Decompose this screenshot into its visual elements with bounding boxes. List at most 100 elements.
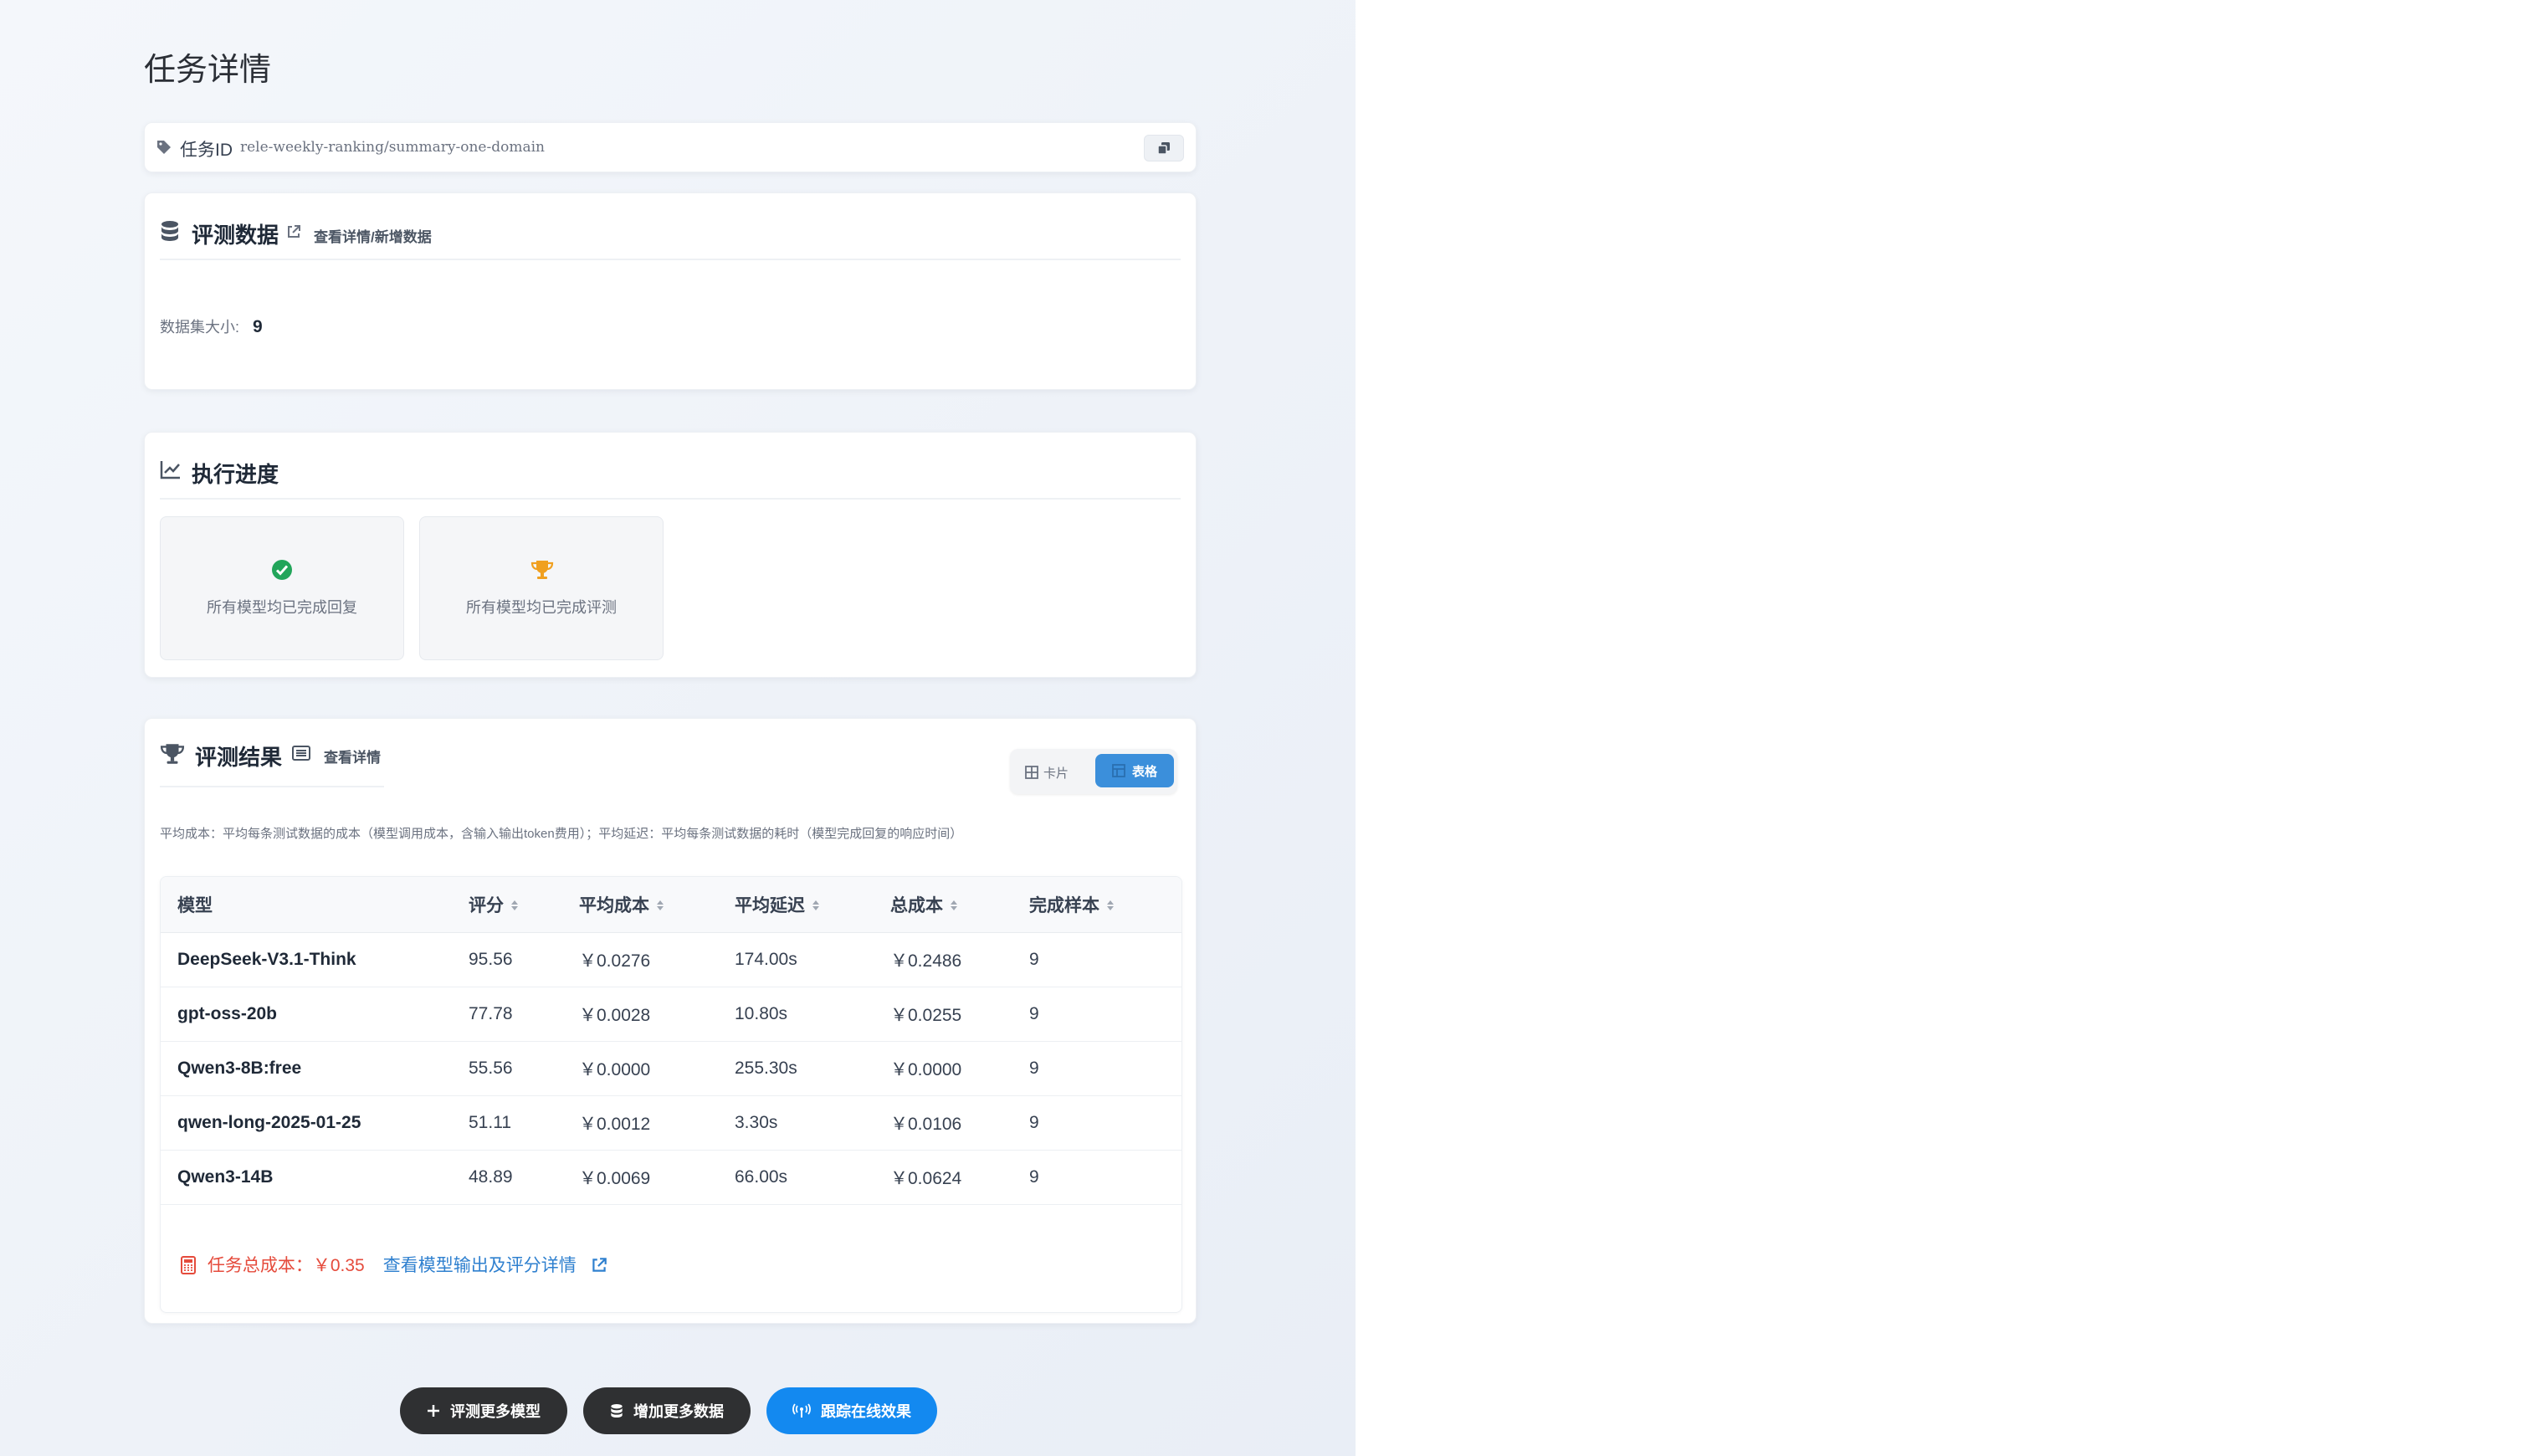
- sort-icon[interactable]: [812, 896, 820, 916]
- status-text: 所有模型均已完成评测: [466, 599, 617, 616]
- column-label: 模型: [177, 896, 213, 915]
- cell-total-cost: ￥0.0255: [890, 987, 1029, 1042]
- dataset-size-value: 9: [253, 317, 263, 336]
- dataset-title: 评测数据: [192, 223, 279, 248]
- model-output-detail-link[interactable]: 查看模型输出及评分详情: [383, 1256, 577, 1275]
- track-online-effect-button[interactable]: 跟踪在线效果: [766, 1387, 937, 1434]
- column-header-avg-latency[interactable]: 平均延迟: [735, 877, 890, 933]
- dataset-size-label: 数据集大小:: [160, 319, 240, 336]
- cell-completed: 9: [1029, 1150, 1181, 1205]
- view-toggle: 卡片 表格: [1010, 749, 1177, 794]
- table-icon: [1112, 764, 1125, 777]
- sort-icon[interactable]: [950, 896, 958, 916]
- cell-total-cost: ￥0.0000: [890, 1041, 1029, 1096]
- cell-avg-cost: ￥0.0028: [579, 987, 735, 1042]
- database-icon: [611, 1404, 623, 1418]
- status-evaluation-done: 所有模型均已完成评测: [419, 516, 664, 660]
- column-header-model[interactable]: 模型: [161, 877, 469, 933]
- trophy-icon: [160, 742, 185, 770]
- progress-card: 执行进度 所有模型均已完成回复 所有模型均已完成评测: [144, 432, 1197, 678]
- cell-completed: 9: [1029, 932, 1181, 987]
- cell-avg-latency: 10.80s: [735, 987, 890, 1042]
- cell-score: 95.56: [469, 932, 579, 987]
- add-more-data-button[interactable]: 增加更多数据: [583, 1387, 751, 1434]
- cell-avg-latency: 66.00s: [735, 1150, 890, 1205]
- cell-avg-cost: ￥0.0276: [579, 932, 735, 987]
- dataset-card: 评测数据 查看详情/新增数据 数据集大小: 9: [144, 192, 1197, 390]
- cell-model: Qwen3-14B: [161, 1150, 469, 1205]
- dataset-detail-link[interactable]: 查看详情/新增数据: [314, 225, 432, 246]
- cell-avg-latency: 174.00s: [735, 932, 890, 987]
- cell-model: qwen-long-2025-01-25: [161, 1095, 469, 1151]
- external-link-icon[interactable]: [285, 223, 302, 244]
- column-label: 完成样本: [1029, 896, 1099, 915]
- column-header-total-cost[interactable]: 总成本: [890, 877, 1029, 933]
- cell-score: 48.89: [469, 1150, 579, 1205]
- metrics-note: 平均成本：平均每条测试数据的成本（模型调用成本，含输入输出token费用）；平均…: [160, 827, 963, 841]
- results-title: 评测结果: [195, 745, 283, 770]
- database-icon: [160, 220, 180, 246]
- column-label: 平均成本: [579, 896, 649, 915]
- trophy-icon: [530, 559, 554, 585]
- column-label: 总成本: [890, 896, 943, 915]
- cell-avg-cost: ￥0.0069: [579, 1150, 735, 1205]
- results-card: 评测结果 查看详情 卡片 表格 平均成本：平均每条测试数据的成本（模型调用成本，…: [144, 718, 1197, 1324]
- plus-icon: [428, 1405, 439, 1417]
- cell-model: Qwen3-8B:free: [161, 1041, 469, 1096]
- cell-model: DeepSeek-V3.1-Think: [161, 932, 469, 987]
- cell-score: 55.56: [469, 1041, 579, 1096]
- task-id-bar: 任务ID rele-weekly-ranking/summary-one-dom…: [144, 122, 1197, 172]
- list-icon: [292, 746, 310, 765]
- progress-title: 执行进度: [192, 462, 279, 487]
- line-chart-icon: [160, 459, 182, 484]
- task-id-label: 任务ID: [180, 141, 233, 160]
- sort-icon[interactable]: [510, 896, 519, 916]
- cell-completed: 9: [1029, 987, 1181, 1042]
- evaluate-more-label: 评测更多模型: [450, 1403, 541, 1420]
- cell-avg-cost: ￥0.0012: [579, 1095, 735, 1151]
- cell-completed: 9: [1029, 1041, 1181, 1096]
- table-row[interactable]: Qwen3-14B 48.89 ￥0.0069 66.00s ￥0.0624 9: [161, 1150, 1181, 1205]
- cell-score: 51.11: [469, 1095, 579, 1151]
- copy-icon: [1157, 142, 1170, 155]
- calculator-icon: [181, 1256, 208, 1275]
- cell-avg-cost: ￥0.0000: [579, 1041, 735, 1096]
- toggle-card-view[interactable]: 卡片: [1025, 764, 1069, 782]
- task-total-cost: 任务总成本：￥0.35: [207, 1256, 365, 1275]
- toggle-table-view[interactable]: 表格: [1095, 754, 1174, 787]
- column-label: 平均延迟: [735, 896, 805, 915]
- cell-total-cost: ￥0.0106: [890, 1095, 1029, 1151]
- status-text: 所有模型均已完成回复: [207, 599, 357, 616]
- sort-icon[interactable]: [1106, 896, 1115, 916]
- cell-avg-latency: 3.30s: [735, 1095, 890, 1151]
- grid-icon: [1025, 766, 1038, 779]
- results-detail-link[interactable]: 查看详情: [324, 746, 381, 766]
- cell-completed: 9: [1029, 1095, 1181, 1151]
- cell-total-cost: ￥0.2486: [890, 932, 1029, 987]
- track-online-label: 跟踪在线效果: [821, 1403, 911, 1420]
- dataset-header: 评测数据 查看详情/新增数据: [160, 212, 1181, 260]
- table-row[interactable]: Qwen3-8B:free 55.56 ￥0.0000 255.30s ￥0.0…: [161, 1041, 1181, 1096]
- column-header-score[interactable]: 评分: [469, 877, 579, 933]
- tag-icon: [156, 140, 172, 159]
- results-table: 模型 评分 平均成本 平均延迟 总成本 完成样本 DeepSeek-V3.1-T…: [160, 876, 1182, 1313]
- sort-icon[interactable]: [656, 896, 664, 916]
- column-label: 评分: [469, 896, 504, 915]
- copy-button[interactable]: [1144, 135, 1184, 161]
- evaluate-more-models-button[interactable]: 评测更多模型: [400, 1387, 567, 1434]
- progress-header: 执行进度: [160, 451, 1181, 500]
- cell-model: gpt-oss-20b: [161, 987, 469, 1042]
- cell-score: 77.78: [469, 987, 579, 1042]
- add-data-label: 增加更多数据: [633, 1403, 724, 1420]
- table-row[interactable]: DeepSeek-V3.1-Think 95.56 ￥0.0276 174.00…: [161, 932, 1181, 987]
- column-header-completed[interactable]: 完成样本: [1029, 877, 1181, 933]
- table-row[interactable]: qwen-long-2025-01-25 51.11 ￥0.0012 3.30s…: [161, 1095, 1181, 1151]
- toggle-table-label: 表格: [1131, 764, 1157, 779]
- external-link-icon[interactable]: [582, 1256, 608, 1275]
- cell-total-cost: ￥0.0624: [890, 1150, 1029, 1205]
- column-header-avg-cost[interactable]: 平均成本: [579, 877, 735, 933]
- cell-avg-latency: 255.30s: [735, 1041, 890, 1096]
- toggle-card-label: 卡片: [1043, 766, 1069, 781]
- table-row[interactable]: gpt-oss-20b 77.78 ￥0.0028 10.80s ￥0.0255…: [161, 987, 1181, 1042]
- dataset-size: 数据集大小: 9: [160, 315, 263, 337]
